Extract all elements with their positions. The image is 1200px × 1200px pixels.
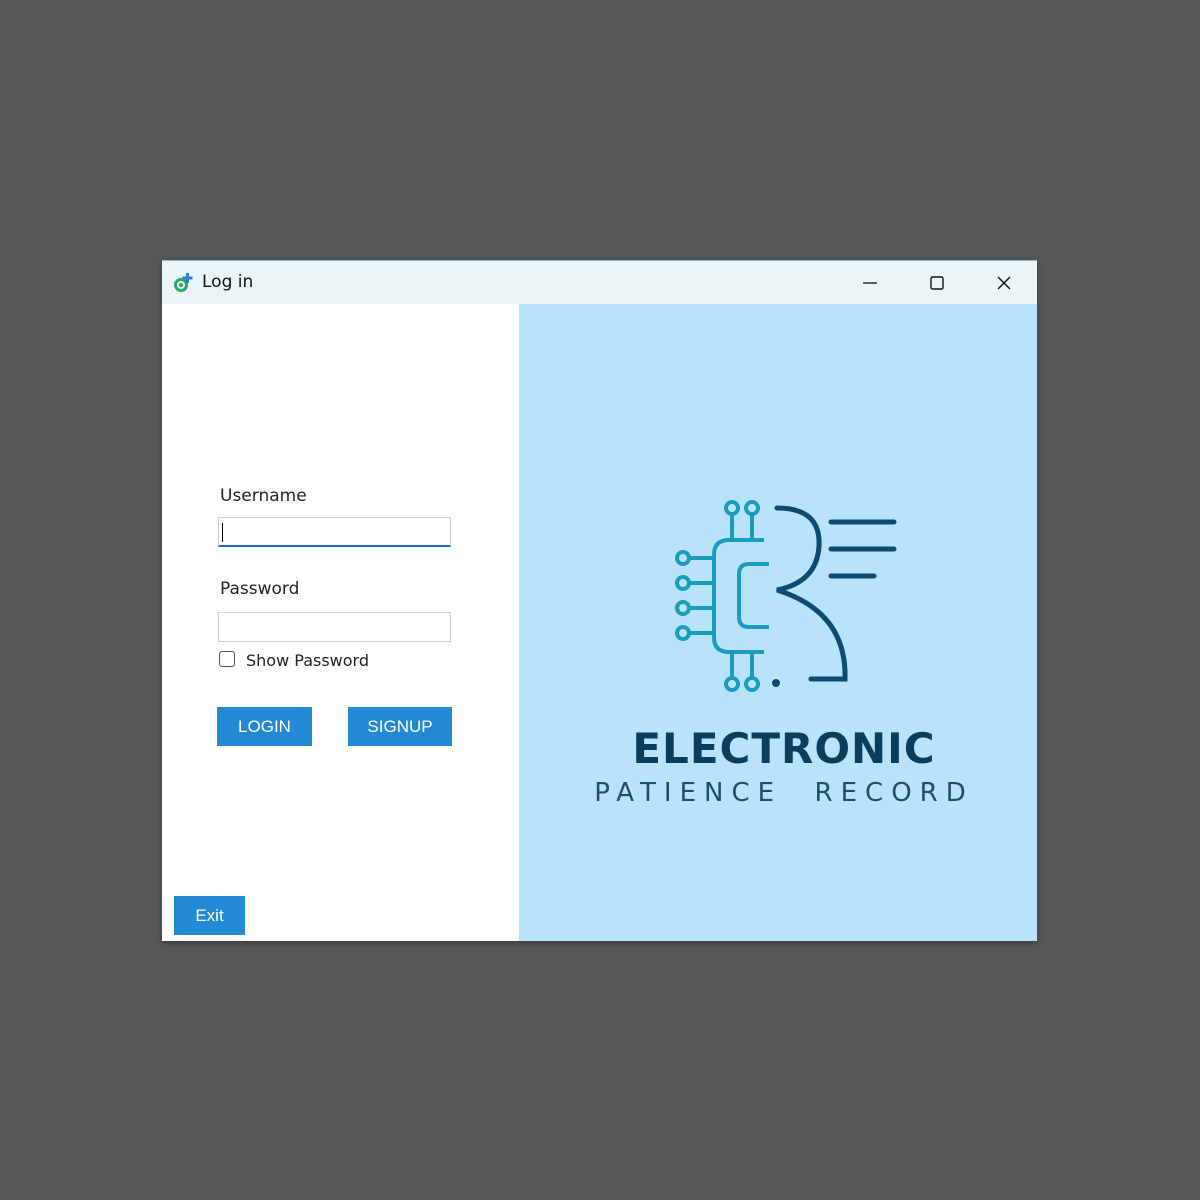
title-bar[interactable]: Log in <box>162 260 1037 304</box>
show-password-checkbox[interactable] <box>219 651 235 667</box>
login-form-panel: Username Password Show Password LOGIN SI… <box>162 304 519 941</box>
gear-plus-icon <box>172 271 196 295</box>
brand-title: ELECTRONIC <box>632 724 936 773</box>
minimize-icon <box>862 275 878 291</box>
show-password-label[interactable]: Show Password <box>246 651 369 670</box>
circuit-letter-b-logo <box>669 494 899 708</box>
brand-panel: ELECTRONIC PATIENCE RECORD <box>519 304 1037 941</box>
text-caret <box>222 523 223 542</box>
username-label: Username <box>220 486 307 506</box>
login-button[interactable]: LOGIN <box>217 707 312 746</box>
maximize-icon <box>929 275 945 291</box>
login-window: Log in Username Password Show Password L… <box>162 260 1037 941</box>
signup-button[interactable]: SIGNUP <box>348 707 452 746</box>
maximize-button[interactable] <box>903 261 970 305</box>
username-input[interactable] <box>218 517 451 547</box>
password-label: Password <box>220 579 300 599</box>
close-icon <box>996 275 1012 291</box>
exit-button[interactable]: Exit <box>174 896 245 935</box>
minimize-button[interactable] <box>836 261 903 305</box>
window-title: Log in <box>202 272 254 292</box>
brand-subtitle: PATIENCE RECORD <box>594 778 974 808</box>
close-button[interactable] <box>970 261 1037 305</box>
password-input[interactable] <box>218 612 451 642</box>
